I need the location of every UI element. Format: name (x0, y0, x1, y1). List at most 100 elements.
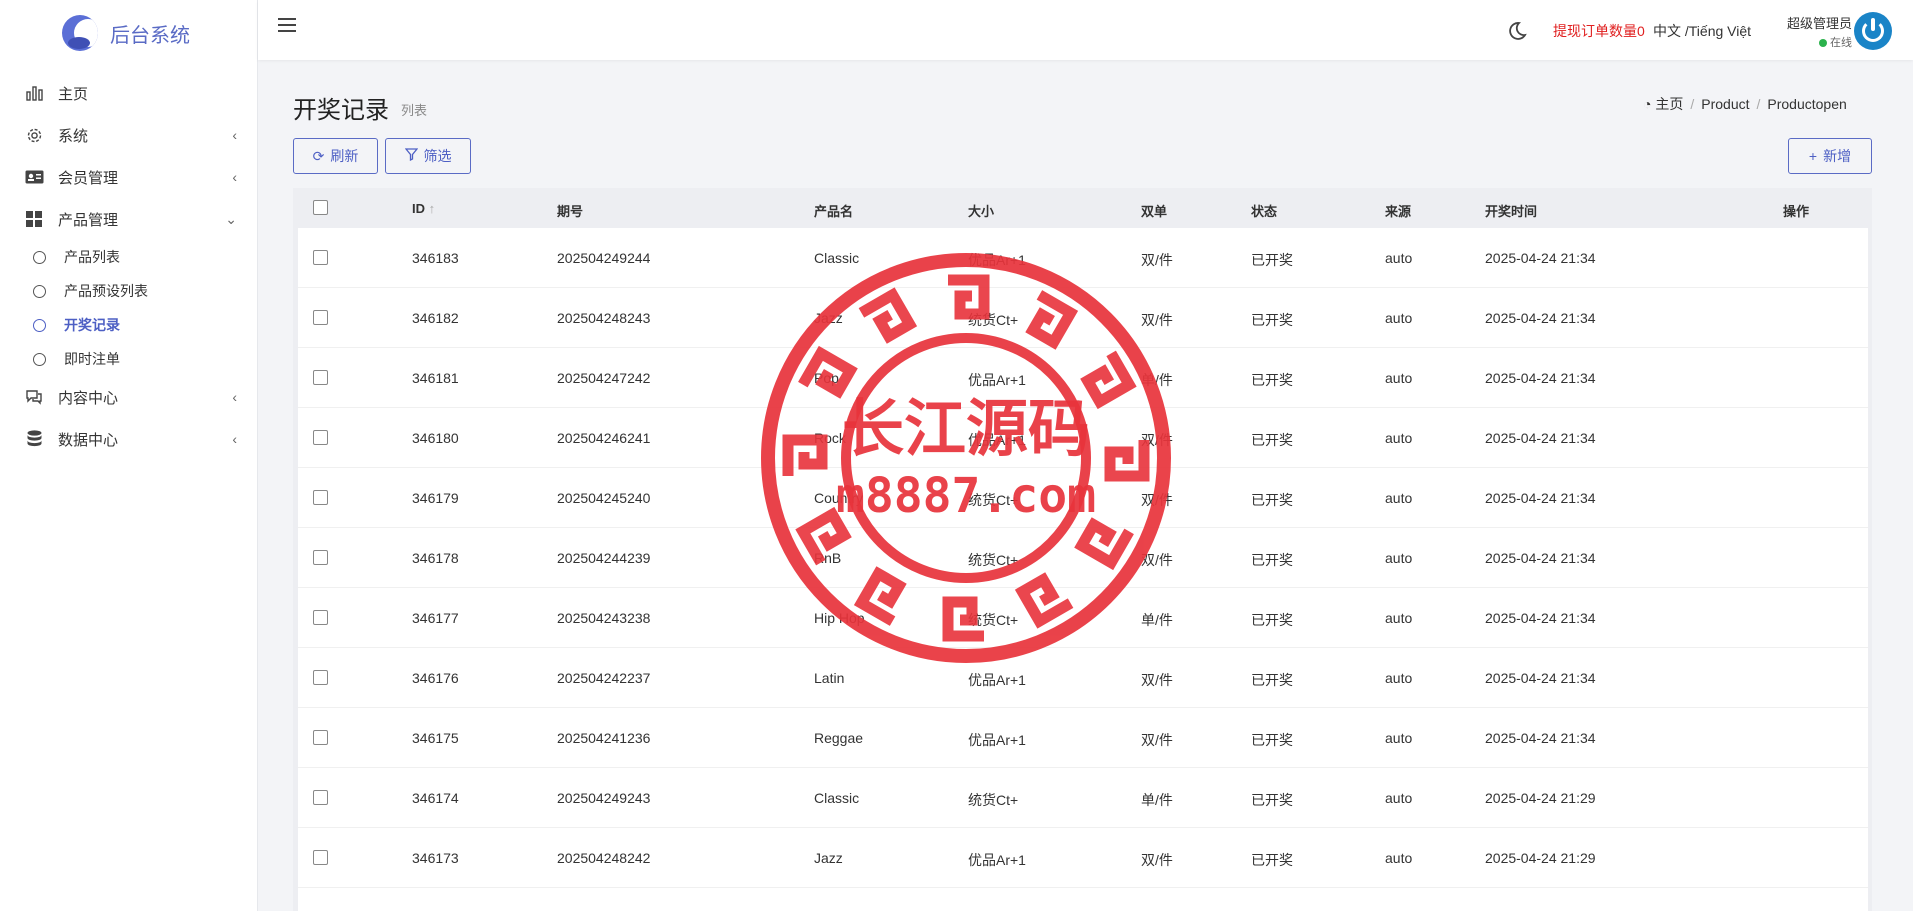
breadcrumb-home[interactable]: 主页 (1655, 96, 1683, 112)
row-checkbox[interactable] (313, 430, 328, 445)
language-switcher[interactable]: 中文 /Tiếng Việt (1653, 21, 1751, 41)
sidebar-subitem-product-list[interactable]: 产品列表 (0, 240, 257, 274)
row-checkbox[interactable] (313, 310, 328, 325)
filter-button[interactable]: 筛选 (385, 138, 471, 174)
cell-odd-even: 双/件 (1141, 552, 1173, 568)
cell-product: Classic (814, 250, 860, 266)
sidebar-subitem-label: 产品列表 (64, 249, 120, 265)
circle-icon (33, 318, 46, 332)
user-menu[interactable]: 超级管理员 在线 (1772, 13, 1852, 50)
cell-period: 202504245240 (557, 490, 651, 506)
table-row[interactable]: 346180 202504246241 Rock 优品Ar+1 双/件 已开奖 auto 20… (298, 408, 1868, 468)
bar-chart-icon (24, 83, 44, 103)
cell-period: 202504242237 (557, 670, 651, 686)
cell-odd-even: 双/件 (1141, 312, 1173, 328)
cell-size: 优品Ar+1 (968, 672, 1026, 688)
table-row[interactable]: 346175 202504241236 Reggae 优品Ar+1 双/件 已开奖 auto… (298, 708, 1868, 768)
page-subtitle: 列表 (401, 103, 428, 118)
cell-id: 346182 (412, 310, 459, 326)
sidebar-item-system[interactable]: 系统 ‹ (0, 114, 257, 156)
table-row[interactable]: 346174 202504249243 Classic 统货Ct+ 单/件 已开奖 auto… (298, 768, 1868, 828)
cell-odd-even: 双/件 (1141, 492, 1173, 508)
cell-product: Reggae (814, 730, 864, 746)
sidebar-item-label: 会员管理 (58, 169, 119, 187)
cell-period: 202504247242 (557, 370, 651, 386)
user-status: 在线 (1772, 34, 1852, 50)
cell-status: 已开奖 (1251, 792, 1293, 808)
cell-odd-even: 单/件 (1141, 612, 1173, 628)
cell-id: 346177 (412, 610, 459, 626)
cell-source: auto (1385, 550, 1413, 566)
cell-source: auto (1385, 730, 1413, 746)
cell-odd-even: 单/件 (1141, 372, 1173, 388)
withdraw-orders-link[interactable]: 提现订单数量0 (1553, 21, 1645, 41)
cell-period: 202504248243 (557, 310, 651, 326)
circle-icon (33, 250, 46, 264)
sidebar-subitem-label: 产品预设列表 (64, 283, 148, 299)
row-checkbox[interactable] (313, 610, 328, 625)
chevron-left-icon: ‹ (232, 389, 237, 405)
user-name: 超级管理员 (1786, 16, 1852, 31)
cell-odd-even: 单/件 (1141, 792, 1173, 808)
table-row[interactable]: 346178 202504244239 RnB 统货Ct+ 双/件 已开奖 auto 2025… (298, 528, 1868, 588)
cell-period: 202504241236 (557, 730, 651, 746)
table-row[interactable]: 346183 202504249244 Classic 优品Ar+1 双/件 已开奖 aut… (298, 228, 1868, 288)
cell-draw-time: 2025-04-24 21:34 (1485, 310, 1596, 326)
sidebar-item-home[interactable]: 主页 (0, 72, 257, 114)
breadcrumb-product[interactable]: Product (1701, 96, 1749, 112)
avatar[interactable] (1854, 12, 1892, 50)
table-row[interactable]: 346179 202504245240 Country 统货Ct+ 双/件 已开奖 auto… (298, 468, 1868, 528)
id-card-icon (24, 167, 44, 187)
table-body: 346183 202504249244 Classic 优品Ar+1 双/件 已开奖 aut… (298, 228, 1868, 911)
cell-draw-time: 2025-04-24 21:34 (1485, 250, 1596, 266)
breadcrumb-current: Productopen (1767, 96, 1847, 112)
gear-icon (24, 125, 44, 145)
sidebar-item-label: 系统 (58, 127, 89, 145)
cell-size: 统货Ct+ (968, 552, 1019, 568)
menu-toggle-icon[interactable] (278, 18, 296, 34)
sidebar-item-data[interactable]: 数据中心 ‹ (0, 418, 257, 460)
row-checkbox[interactable] (313, 550, 328, 565)
moon-icon[interactable] (1506, 20, 1528, 42)
select-all-checkbox[interactable] (313, 200, 328, 215)
brand-name: 后台系统 (110, 24, 190, 47)
row-checkbox[interactable] (313, 370, 328, 385)
sidebar-subitem-product-presets[interactable]: 产品预设列表 (0, 274, 257, 308)
sidebar-item-content[interactable]: 内容中心 ‹ (0, 376, 257, 418)
table-row[interactable]: 346181 202504247242 Pop 优品Ar+1 单/件 已开奖 auto 202… (298, 348, 1868, 408)
add-button[interactable]: + 新增 (1788, 138, 1872, 174)
circle-icon (33, 352, 46, 366)
online-dot-icon (1819, 39, 1827, 47)
cell-odd-even: 双/件 (1141, 732, 1173, 748)
row-checkbox[interactable] (313, 730, 328, 745)
column-header-period: 期号 (557, 204, 584, 219)
cell-draw-time: 2025-04-24 21:34 (1485, 730, 1596, 746)
cell-size: 统货Ct+ (968, 492, 1019, 508)
sidebar-subitem-draw-records[interactable]: 开奖记录 (0, 308, 257, 342)
sidebar-nav-lower: 内容中心 ‹ 数据中心 ‹ (0, 376, 257, 460)
sidebar-subitem-live-orders[interactable]: 即时注单 (0, 342, 257, 376)
records-table: ID ↑ 期号 产品名 大小 双单 状态 来源 开奖时间 操作 346183 20… (293, 188, 1872, 911)
refresh-button[interactable]: ⟳ 刷新 (293, 138, 378, 174)
table-header: ID ↑ 期号 产品名 大小 双单 状态 来源 开奖时间 操作 (293, 188, 1872, 228)
sidebar-item-products[interactable]: 产品管理 ⌄ (0, 198, 257, 240)
column-header-product: 产品名 (814, 204, 854, 219)
row-checkbox[interactable] (313, 670, 328, 685)
brand[interactable]: 后台系统 (0, 0, 257, 66)
column-header-id[interactable]: ID ↑ (412, 201, 435, 216)
table-row[interactable]: 346173 202504248242 Jazz 优品Ar+1 双/件 已开奖 auto 20… (298, 828, 1868, 888)
sort-up-icon: ↑ (428, 201, 436, 216)
table-row[interactable]: 346177 202504243238 Hip Hop 统货Ct+ 单/件 已开奖 auto… (298, 588, 1868, 648)
row-checkbox[interactable] (313, 490, 328, 505)
row-checkbox[interactable] (313, 790, 328, 805)
cell-size: 优品Ar+1 (968, 732, 1026, 748)
row-checkbox[interactable] (313, 250, 328, 265)
cell-source: auto (1385, 850, 1413, 866)
cell-product: Latin (814, 670, 845, 686)
sidebar-item-members[interactable]: 会员管理 ‹ (0, 156, 257, 198)
table-row[interactable]: 346182 202504248243 Jazz 统货Ct+ 双/件 已开奖 auto 202… (298, 288, 1868, 348)
table-row[interactable]: 346176 202504242237 Latin 优品Ar+1 双/件 已开奖 auto 2… (298, 648, 1868, 708)
filter-label: 筛选 (423, 148, 452, 164)
row-checkbox[interactable] (313, 850, 328, 865)
cell-draw-time: 2025-04-24 21:29 (1485, 790, 1596, 806)
